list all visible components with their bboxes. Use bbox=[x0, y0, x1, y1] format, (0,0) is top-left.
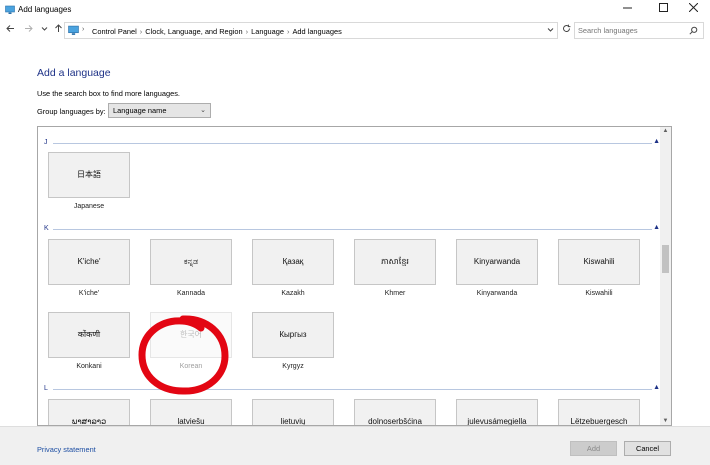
group-by-value: Language name bbox=[113, 106, 167, 115]
language-tile-khmer[interactable]: ភាសាខ្មែរ bbox=[354, 239, 436, 285]
scrollbar-thumb[interactable] bbox=[662, 245, 669, 273]
breadcrumb[interactable]: › Control Panel › Clock, Language, and Reg… bbox=[64, 22, 558, 39]
minimize-icon bbox=[623, 7, 632, 9]
language-caption: Japanese bbox=[73, 203, 105, 210]
language-tile-lower-sorbian[interactable]: dolnoserbšćina bbox=[354, 399, 436, 425]
search-input[interactable] bbox=[575, 23, 685, 38]
chevron-right-icon: › bbox=[245, 27, 249, 36]
address-bar: › Control Panel › Clock, Language, and Reg… bbox=[0, 21, 710, 40]
language-tile-kazakh[interactable]: Қазақ bbox=[252, 239, 334, 285]
language-tile-konkani[interactable]: कोंकणी bbox=[48, 312, 130, 358]
language-caption: K'iche' bbox=[78, 290, 100, 297]
privacy-statement-link[interactable]: Privacy statement bbox=[37, 445, 96, 454]
language-caption: Kazakh bbox=[281, 290, 305, 297]
group-header-j[interactable]: J ▲ bbox=[43, 138, 660, 149]
collapse-caret-icon[interactable]: ▲ bbox=[653, 138, 660, 145]
minimize-button[interactable] bbox=[611, 0, 644, 20]
add-button[interactable]: Add bbox=[570, 441, 617, 456]
language-tile-kiche[interactable]: K'iche' bbox=[48, 239, 130, 285]
group-by-label: Group languages by: bbox=[37, 107, 106, 116]
divider bbox=[53, 389, 652, 390]
language-tile-kinyarwanda[interactable]: Kinyarwanda bbox=[456, 239, 538, 285]
up-button[interactable] bbox=[52, 24, 64, 35]
breadcrumb-item-language[interactable]: Language bbox=[251, 27, 284, 36]
breadcrumb-item-clock-language-region[interactable]: Clock, Language, and Region bbox=[145, 27, 242, 36]
cancel-button[interactable]: Cancel bbox=[624, 441, 671, 456]
breadcrumb-item-add-languages[interactable]: Add languages bbox=[292, 27, 341, 36]
control-panel-icon bbox=[68, 25, 79, 35]
language-caption: Kyrgyz bbox=[282, 363, 304, 370]
breadcrumb-trail: Control Panel › Clock, Language, and Regio… bbox=[92, 27, 342, 36]
group-header-k[interactable]: K ▲ bbox=[43, 224, 660, 235]
language-tile-lao[interactable]: ພາສາລາວ bbox=[48, 399, 130, 425]
divider bbox=[53, 229, 652, 230]
back-button[interactable] bbox=[4, 24, 16, 35]
chevron-right-icon: › bbox=[82, 26, 85, 33]
breadcrumb-item-control-panel[interactable]: Control Panel bbox=[92, 27, 137, 36]
footer-bar: Privacy statement Add Cancel bbox=[0, 426, 710, 465]
language-tile-lithuanian[interactable]: lietuvių bbox=[252, 399, 334, 425]
language-tile-luxembourgish[interactable]: Lëtzebuergesch bbox=[558, 399, 640, 425]
chevron-right-icon: › bbox=[139, 27, 143, 36]
control-panel-icon bbox=[5, 5, 15, 14]
close-icon bbox=[688, 2, 699, 13]
language-tile-latvian[interactable]: latviešu bbox=[150, 399, 232, 425]
collapse-caret-icon[interactable]: ▲ bbox=[653, 224, 660, 231]
language-caption: Korean bbox=[179, 363, 203, 370]
page-title: Add a language bbox=[37, 67, 111, 79]
chevron-down-icon bbox=[41, 27, 47, 31]
language-tile-lule-sami[interactable]: julevusámegiella bbox=[456, 399, 538, 425]
refresh-button[interactable] bbox=[560, 24, 572, 35]
language-list[interactable]: J ▲ 日本語 Japanese K ▲ K'iche' K'iche' ಕನ್… bbox=[37, 126, 672, 426]
language-caption: Khmer bbox=[384, 290, 406, 297]
divider bbox=[53, 143, 652, 144]
scroll-down-icon[interactable]: ▼ bbox=[660, 418, 671, 424]
group-header-l[interactable]: L ▲ bbox=[43, 384, 660, 395]
search-icon[interactable] bbox=[689, 26, 698, 35]
language-caption: Kannada bbox=[176, 290, 206, 297]
arrow-right-icon bbox=[24, 25, 33, 32]
group-letter: J bbox=[44, 139, 48, 146]
language-tile-kiswahili[interactable]: Kiswahili bbox=[558, 239, 640, 285]
group-letter: K bbox=[44, 225, 49, 232]
chevron-right-icon: › bbox=[287, 27, 290, 36]
language-tile-korean[interactable]: 한국어 bbox=[150, 312, 232, 358]
chevron-down-icon: ⌄ bbox=[200, 107, 206, 114]
language-tile-kannada[interactable]: ಕನ್ನಡ bbox=[150, 239, 232, 285]
maximize-icon bbox=[659, 3, 668, 12]
language-tile-japanese[interactable]: 日本語 bbox=[48, 152, 130, 198]
scroll-up-icon[interactable]: ▲ bbox=[660, 128, 671, 134]
language-caption: Konkani bbox=[76, 363, 102, 370]
search-box bbox=[574, 22, 704, 39]
language-tile-kyrgyz[interactable]: Кыргыз bbox=[252, 312, 334, 358]
window-title: Add languages bbox=[18, 5, 72, 14]
refresh-icon bbox=[562, 24, 570, 32]
vertical-scrollbar[interactable]: ▲ ▼ bbox=[660, 127, 671, 425]
maximize-button[interactable] bbox=[647, 0, 680, 20]
group-by-select[interactable]: Language name ⌄ bbox=[108, 103, 211, 118]
address-dropdown-button[interactable] bbox=[547, 26, 554, 35]
group-letter: L bbox=[44, 385, 48, 392]
forward-button[interactable] bbox=[22, 24, 34, 35]
arrow-left-icon bbox=[5, 25, 14, 32]
chevron-down-icon bbox=[547, 28, 554, 32]
close-button[interactable] bbox=[677, 0, 710, 20]
recent-locations-button[interactable] bbox=[38, 24, 50, 35]
search-hint: Use the search box to find more language… bbox=[37, 89, 180, 98]
arrow-up-icon bbox=[54, 24, 62, 32]
language-caption: Kinyarwanda bbox=[476, 290, 518, 297]
language-caption: Kiswahili bbox=[585, 290, 613, 297]
title-bar: Add languages bbox=[0, 0, 710, 20]
collapse-caret-icon[interactable]: ▲ bbox=[653, 384, 660, 391]
